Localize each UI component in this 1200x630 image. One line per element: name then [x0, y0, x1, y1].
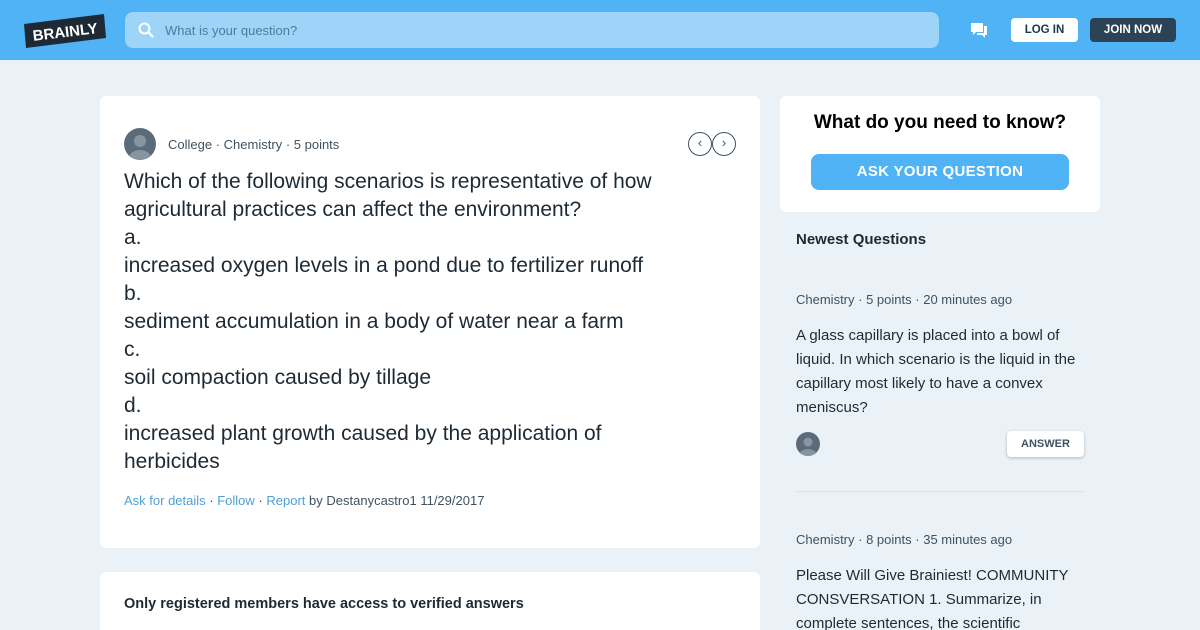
registered-only-notice: Only registered members have access to v…	[124, 596, 524, 612]
newest-question-points: 5 points	[866, 292, 912, 307]
follow-link[interactable]: Follow	[217, 493, 255, 508]
divider	[796, 491, 1084, 492]
login-button[interactable]: LOG IN	[1011, 18, 1078, 42]
newest-question-text[interactable]: A glass capillary is placed into a bowl …	[796, 324, 1084, 420]
answer-button[interactable]: ANSWER	[1007, 431, 1084, 457]
user-avatar-icon[interactable]	[124, 128, 156, 160]
question-line: increased oxygen levels in a pond due to…	[124, 254, 644, 277]
question-line: Which of the following scenarios is repr…	[124, 170, 652, 193]
top-navigation-bar: BRAINLY What is your question? LOG IN JO…	[0, 0, 1200, 60]
newest-question-item[interactable]: Chemistry · 5 points · 20 minutes ago A …	[796, 292, 1084, 420]
newest-question-time: 35 minutes ago	[923, 532, 1013, 547]
newest-question-subject[interactable]: Chemistry	[796, 532, 855, 547]
newest-question-meta: Chemistry · 5 points · 20 minutes ago	[796, 292, 1013, 307]
ask-your-question-button[interactable]: ASK YOUR QUESTION	[811, 154, 1069, 190]
question-points: 5 points	[293, 137, 340, 152]
user-avatar-icon[interactable]	[796, 432, 820, 456]
question-line: soil compaction caused by tillage	[124, 366, 432, 389]
newest-question-points: 8 points	[866, 532, 912, 547]
ask-heading: What do you need to know?	[813, 112, 1067, 133]
ask-for-details-link[interactable]: Ask for details	[124, 493, 206, 508]
chat-bubble-icon[interactable]	[970, 21, 988, 39]
search-placeholder: What is your question?	[165, 23, 298, 38]
question-level[interactable]: College	[168, 137, 212, 152]
registered-only-card: Only registered members have access to v…	[100, 572, 760, 630]
question-line: d.	[124, 394, 142, 417]
question-line: b.	[124, 282, 142, 305]
question-subject[interactable]: Chemistry	[224, 137, 283, 152]
question-author-date: by Destanycastro1 11/29/2017	[309, 493, 485, 508]
newest-question-time: 20 minutes ago	[923, 292, 1013, 307]
newest-questions-title: Newest Questions	[796, 231, 927, 248]
newest-question-subject[interactable]: Chemistry	[796, 292, 855, 307]
question-line: c.	[124, 338, 141, 361]
question-line: increased plant growth caused by the app…	[124, 422, 602, 445]
newest-question-meta: Chemistry · 8 points · 35 minutes ago	[796, 532, 1013, 547]
question-line: agricultural practices can affect the en…	[124, 198, 582, 221]
question-card: College · Chemistry · 5 points ‹ › Which…	[100, 96, 760, 548]
question-meta: College · Chemistry · 5 points	[168, 137, 340, 152]
question-navigation: ‹ ›	[688, 132, 736, 156]
chevron-left-icon[interactable]: ‹	[688, 132, 712, 156]
question-line: sediment accumulation in a body of water…	[124, 310, 624, 333]
newest-question-item[interactable]: Chemistry · 8 points · 35 minutes ago Pl…	[796, 532, 1084, 630]
ask-question-card: What do you need to know? ASK YOUR QUEST…	[780, 96, 1100, 212]
question-text: Which of the following scenarios is repr…	[124, 168, 736, 476]
newest-question-text[interactable]: Please Will Give Brainiest! COMMUNITY CO…	[796, 564, 1084, 630]
report-link[interactable]: Report	[266, 493, 305, 508]
search-input[interactable]: What is your question?	[125, 12, 939, 48]
search-icon	[138, 22, 154, 38]
brainly-logo[interactable]: BRAINLY	[24, 14, 106, 48]
question-line: herbicides	[124, 450, 220, 473]
question-line: a.	[124, 226, 142, 249]
question-footer: Ask for details · Follow · Report by Des…	[124, 493, 485, 508]
join-now-button[interactable]: JOIN NOW	[1090, 18, 1176, 42]
chevron-right-icon[interactable]: ›	[712, 132, 736, 156]
